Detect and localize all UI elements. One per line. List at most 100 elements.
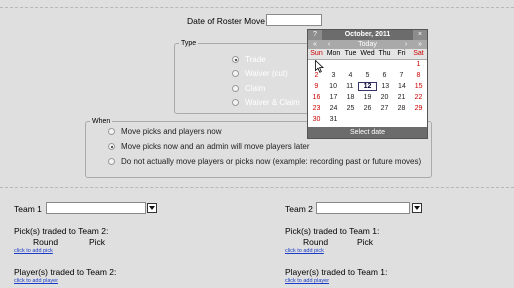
type-waiver-radio[interactable] [232, 70, 239, 77]
calendar-day-cell[interactable]: 15 [410, 82, 427, 91]
calendar-day-cell[interactable]: 23 [308, 104, 325, 113]
calendar-day-cell [359, 115, 376, 124]
team2-label: Team 2 [285, 204, 313, 214]
calendar-day-cell[interactable]: 5 [359, 71, 376, 80]
calendar-day-headers: Sun Mon Tue Wed Thu Fri Sat [308, 49, 427, 60]
calendar-week-row: 9 10 11 12 13 14 15 [308, 82, 427, 91]
day-header: Sat [413, 50, 424, 57]
calendar-help-button[interactable]: ? [308, 30, 322, 40]
calendar-week-row: 23 24 25 26 27 28 29 [308, 104, 427, 113]
when-option-admin-later[interactable]: Move picks now and an admin will move pl… [108, 142, 310, 151]
calendar-day-cell[interactable]: 24 [325, 104, 342, 113]
roster-date-input[interactable] [266, 14, 322, 26]
calendar-day-cell[interactable]: 9 [308, 82, 325, 91]
calendar-day-cell [342, 60, 359, 69]
type-option-waiver-claim[interactable]: Waiver & Claim [232, 98, 300, 107]
calendar-prev-month-button[interactable]: ‹ [322, 40, 336, 49]
when-now-radio[interactable] [108, 128, 115, 135]
team1-add-player-link[interactable]: click to add player [14, 278, 58, 284]
type-waiver-claim-label: Waiver & Claim [245, 98, 300, 107]
top-divider [0, 7, 514, 8]
type-claim-label: Claim [245, 84, 266, 93]
calendar-day-cell [359, 60, 376, 69]
calendar-day-cell[interactable]: 30 [308, 115, 325, 124]
team1-select[interactable] [46, 202, 146, 214]
calendar-week-row: 30 31 [308, 115, 427, 124]
calendar-day-cell[interactable]: 19 [359, 93, 376, 102]
calendar-day-cell[interactable]: 4 [342, 71, 359, 80]
calendar-today-button[interactable]: Today [336, 40, 399, 49]
calendar-day-cell [342, 115, 359, 124]
team1-round-header: Round [33, 237, 59, 247]
calendar-day-cell [393, 115, 410, 124]
calendar-day-cell[interactable]: 29 [410, 104, 427, 113]
team1-picks-heading: Pick(s) traded to Team 2: [14, 226, 109, 236]
calendar-day-cell[interactable]: 13 [377, 82, 394, 91]
section-divider [0, 187, 514, 188]
calendar-month-title[interactable]: October, 2011 [322, 30, 413, 40]
calendar-next-month-button[interactable]: › [399, 40, 413, 49]
calendar-day-cell[interactable]: 27 [376, 104, 393, 113]
calendar-day-cell[interactable]: 21 [393, 93, 410, 102]
calendar-day-cell[interactable]: 6 [376, 71, 393, 80]
calendar-day-cell[interactable]: 8 [410, 71, 427, 80]
calendar-close-button[interactable]: × [413, 30, 427, 40]
calendar-day-cell[interactable]: 20 [376, 93, 393, 102]
type-trade-radio[interactable] [232, 56, 239, 63]
when-do-not-move-radio[interactable] [108, 158, 115, 165]
calendar-day-cell[interactable]: 3 [325, 71, 342, 80]
when-option-do-not-move[interactable]: Do not actually move players or picks no… [108, 157, 421, 166]
calendar-day-cell [376, 115, 393, 124]
type-claim-radio[interactable] [232, 85, 239, 92]
day-header: Wed [360, 50, 375, 57]
calendar-week-row: 2345678 [308, 71, 427, 80]
calendar-nav-bar: « ‹ Today › » [308, 40, 427, 49]
team1-players-heading: Player(s) traded to Team 2: [14, 267, 117, 277]
team2-players-heading: Player(s) traded to Team 1: [285, 267, 388, 277]
when-admin-later-radio[interactable] [108, 143, 115, 150]
type-option-trade[interactable]: Trade [232, 55, 266, 64]
team1-label: Team 1 [14, 204, 42, 214]
mouse-cursor-icon [315, 60, 324, 73]
when-do-not-move-label: Do not actually move players or picks no… [121, 157, 422, 166]
type-option-claim[interactable]: Claim [232, 84, 265, 93]
type-waiver-claim-radio[interactable] [232, 99, 239, 106]
calendar-day-cell[interactable]: 1 [410, 60, 427, 69]
team2-dropdown-arrow-icon[interactable] [412, 203, 422, 213]
day-header: Tue [344, 50, 357, 57]
calendar-day-cell[interactable]: 14 [394, 82, 411, 91]
when-admin-later-label: Move picks now and an admin will move pl… [121, 142, 310, 151]
calendar-day-cell[interactable]: 25 [342, 104, 359, 113]
when-option-now[interactable]: Move picks and players now [108, 127, 222, 136]
calendar-day-cell [410, 115, 427, 124]
calendar-footer: Select date [308, 127, 427, 138]
calendar-day-cell[interactable]: 12 [358, 82, 377, 91]
calendar-day-cell[interactable]: 18 [342, 93, 359, 102]
team2-add-player-link[interactable]: click to add player [285, 278, 329, 284]
team1-dropdown-arrow-icon[interactable] [147, 203, 157, 213]
team2-picks-heading: Pick(s) traded to Team 1: [285, 226, 380, 236]
calendar-day-cell[interactable]: 26 [359, 104, 376, 113]
calendar-next-year-button[interactable]: » [413, 40, 427, 49]
calendar-prev-year-button[interactable]: « [308, 40, 322, 49]
calendar-day-cell[interactable]: 17 [325, 93, 342, 102]
calendar-day-cell[interactable]: 16 [308, 93, 325, 102]
type-trade-label: Trade [245, 55, 266, 64]
calendar-day-cell [325, 60, 342, 69]
roster-date-label: Date of Roster Move [187, 16, 265, 26]
day-header: Fri [397, 50, 406, 57]
team2-round-header: Round [303, 237, 329, 247]
calendar-day-cell[interactable]: 28 [393, 104, 410, 113]
when-legend: When [92, 118, 111, 125]
calendar-day-cell[interactable]: 22 [410, 93, 427, 102]
type-option-waiver[interactable]: Waiver (cut) [232, 69, 288, 78]
team2-add-pick-link[interactable]: click to add pick [285, 248, 324, 254]
calendar-day-cell[interactable]: 11 [341, 82, 358, 91]
day-header: Thu [378, 50, 391, 57]
calendar-title-bar: ? October, 2011 × [308, 30, 427, 40]
calendar-day-cell[interactable]: 7 [393, 71, 410, 80]
calendar-day-cell[interactable]: 10 [325, 82, 342, 91]
calendar-day-cell[interactable]: 31 [325, 115, 342, 124]
team1-add-pick-link[interactable]: click to add pick [14, 248, 53, 254]
team2-select[interactable] [316, 202, 410, 214]
